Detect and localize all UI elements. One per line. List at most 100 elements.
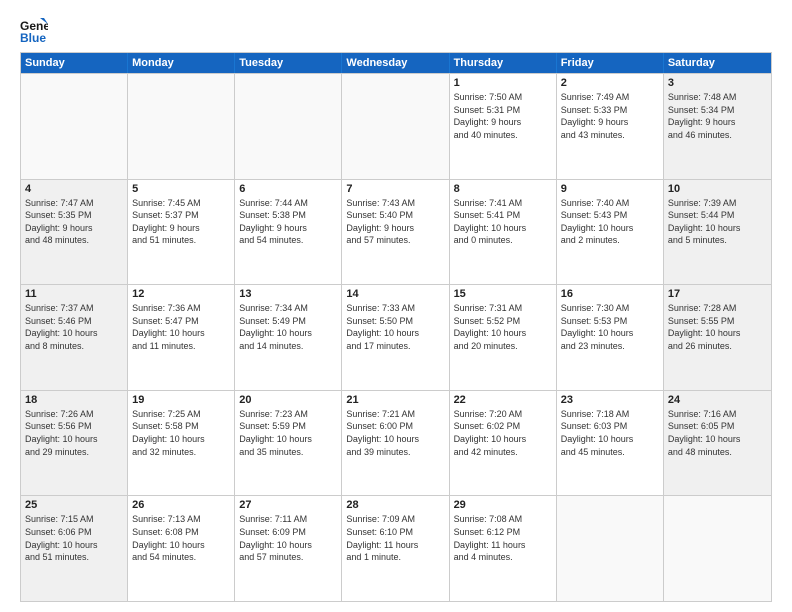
calendar-cell-day-15: 15 Sunrise: 7:31 AM Sunset: 5:52 PM Dayli… [450,285,557,390]
day-info: Sunrise: 7:09 AM Sunset: 6:10 PM Dayligh… [346,513,444,563]
calendar-cell-day-27: 27 Sunrise: 7:11 AM Sunset: 6:09 PM Dayli… [235,496,342,601]
day-info: Sunrise: 7:34 AM Sunset: 5:49 PM Dayligh… [239,302,337,352]
day-info: Sunrise: 7:08 AM Sunset: 6:12 PM Dayligh… [454,513,552,563]
calendar-cell-day-16: 16 Sunrise: 7:30 AM Sunset: 5:53 PM Dayli… [557,285,664,390]
calendar-cell-day-9: 9Sunrise: 7:40 AM Sunset: 5:43 PM Daylig… [557,180,664,285]
calendar-header: SundayMondayTuesdayWednesdayThursdayFrid… [21,53,771,73]
day-info: Sunrise: 7:50 AM Sunset: 5:31 PM Dayligh… [454,91,552,141]
calendar-cell-day-20: 20 Sunrise: 7:23 AM Sunset: 5:59 PM Dayli… [235,391,342,496]
calendar-cell-empty [128,74,235,179]
weekday-header-monday: Monday [128,53,235,73]
calendar-cell-day-21: 21Sunrise: 7:21 AM Sunset: 6:00 PM Dayli… [342,391,449,496]
day-info: Sunrise: 7:48 AM Sunset: 5:34 PM Dayligh… [668,91,767,141]
calendar-cell-day-17: 17 Sunrise: 7:28 AM Sunset: 5:55 PM Dayli… [664,285,771,390]
day-number: 6 [239,183,337,195]
day-number: 11 [25,288,123,300]
day-number: 29 [454,499,552,511]
svg-text:Blue: Blue [20,31,46,44]
day-info: Sunrise: 7:41 AM Sunset: 5:41 PM Dayligh… [454,197,552,247]
day-number: 23 [561,394,659,406]
day-number: 5 [132,183,230,195]
day-info: Sunrise: 7:47 AM Sunset: 5:35 PM Dayligh… [25,197,123,247]
day-info: Sunrise: 7:40 AM Sunset: 5:43 PM Dayligh… [561,197,659,247]
day-number: 17 [668,288,767,300]
day-number: 14 [346,288,444,300]
day-number: 26 [132,499,230,511]
weekday-header-thursday: Thursday [450,53,557,73]
day-number: 4 [25,183,123,195]
day-info: Sunrise: 7:28 AM Sunset: 5:55 PM Dayligh… [668,302,767,352]
day-number: 10 [668,183,767,195]
calendar-cell-day-2: 2Sunrise: 7:49 AM Sunset: 5:33 PM Daylig… [557,74,664,179]
calendar-cell-empty [21,74,128,179]
day-info: Sunrise: 7:23 AM Sunset: 5:59 PM Dayligh… [239,408,337,458]
calendar-cell-day-18: 18 Sunrise: 7:26 AM Sunset: 5:56 PM Dayli… [21,391,128,496]
day-info: Sunrise: 7:26 AM Sunset: 5:56 PM Dayligh… [25,408,123,458]
day-info: Sunrise: 7:37 AM Sunset: 5:46 PM Dayligh… [25,302,123,352]
calendar-cell-empty [235,74,342,179]
day-number: 3 [668,77,767,89]
day-number: 13 [239,288,337,300]
day-number: 25 [25,499,123,511]
calendar-cell-empty [557,496,664,601]
day-info: Sunrise: 7:36 AM Sunset: 5:47 PM Dayligh… [132,302,230,352]
day-info: Sunrise: 7:43 AM Sunset: 5:40 PM Dayligh… [346,197,444,247]
calendar-cell-empty [342,74,449,179]
day-info: Sunrise: 7:31 AM Sunset: 5:52 PM Dayligh… [454,302,552,352]
calendar-cell-day-23: 23 Sunrise: 7:18 AM Sunset: 6:03 PM Dayli… [557,391,664,496]
day-info: Sunrise: 7:33 AM Sunset: 5:50 PM Dayligh… [346,302,444,352]
calendar: SundayMondayTuesdayWednesdayThursdayFrid… [20,52,772,602]
calendar-cell-day-28: 28 Sunrise: 7:09 AM Sunset: 6:10 PM Dayli… [342,496,449,601]
logo: General Blue [20,16,52,44]
day-info: Sunrise: 7:13 AM Sunset: 6:08 PM Dayligh… [132,513,230,563]
day-number: 27 [239,499,337,511]
day-info: Sunrise: 7:30 AM Sunset: 5:53 PM Dayligh… [561,302,659,352]
calendar-cell-day-11: 11 Sunrise: 7:37 AM Sunset: 5:46 PM Dayli… [21,285,128,390]
header: General Blue [20,16,772,44]
calendar-row-1: 1 Sunrise: 7:50 AM Sunset: 5:31 PM Daylig… [21,73,771,179]
calendar-cell-day-19: 19 Sunrise: 7:25 AM Sunset: 5:58 PM Dayli… [128,391,235,496]
day-number: 18 [25,394,123,406]
day-number: 20 [239,394,337,406]
day-number: 7 [346,183,444,195]
calendar-cell-day-4: 4 Sunrise: 7:47 AM Sunset: 5:35 PM Daylig… [21,180,128,285]
calendar-cell-day-26: 26 Sunrise: 7:13 AM Sunset: 6:08 PM Dayli… [128,496,235,601]
day-number: 12 [132,288,230,300]
day-info: Sunrise: 7:39 AM Sunset: 5:44 PM Dayligh… [668,197,767,247]
calendar-row-3: 11 Sunrise: 7:37 AM Sunset: 5:46 PM Dayli… [21,284,771,390]
day-info: Sunrise: 7:49 AM Sunset: 5:33 PM Dayligh… [561,91,659,141]
day-info: Sunrise: 7:11 AM Sunset: 6:09 PM Dayligh… [239,513,337,563]
calendar-row-4: 18 Sunrise: 7:26 AM Sunset: 5:56 PM Dayli… [21,390,771,496]
logo-icon: General Blue [20,16,48,44]
day-number: 19 [132,394,230,406]
day-number: 1 [454,77,552,89]
day-info: Sunrise: 7:21 AM Sunset: 6:00 PM Dayligh… [346,408,444,458]
day-number: 16 [561,288,659,300]
weekday-header-wednesday: Wednesday [342,53,449,73]
calendar-body: 1 Sunrise: 7:50 AM Sunset: 5:31 PM Daylig… [21,73,771,601]
calendar-cell-day-25: 25 Sunrise: 7:15 AM Sunset: 6:06 PM Dayli… [21,496,128,601]
calendar-row-5: 25 Sunrise: 7:15 AM Sunset: 6:06 PM Dayli… [21,495,771,601]
weekday-header-tuesday: Tuesday [235,53,342,73]
day-number: 28 [346,499,444,511]
day-info: Sunrise: 7:18 AM Sunset: 6:03 PM Dayligh… [561,408,659,458]
calendar-cell-day-5: 5 Sunrise: 7:45 AM Sunset: 5:37 PM Daylig… [128,180,235,285]
day-info: Sunrise: 7:25 AM Sunset: 5:58 PM Dayligh… [132,408,230,458]
calendar-row-2: 4 Sunrise: 7:47 AM Sunset: 5:35 PM Daylig… [21,179,771,285]
weekday-header-friday: Friday [557,53,664,73]
day-info: Sunrise: 7:15 AM Sunset: 6:06 PM Dayligh… [25,513,123,563]
calendar-cell-day-13: 13 Sunrise: 7:34 AM Sunset: 5:49 PM Dayli… [235,285,342,390]
calendar-cell-day-8: 8Sunrise: 7:41 AM Sunset: 5:41 PM Daylig… [450,180,557,285]
day-number: 22 [454,394,552,406]
calendar-cell-day-10: 10 Sunrise: 7:39 AM Sunset: 5:44 PM Dayli… [664,180,771,285]
calendar-cell-day-6: 6Sunrise: 7:44 AM Sunset: 5:38 PM Daylig… [235,180,342,285]
day-info: Sunrise: 7:16 AM Sunset: 6:05 PM Dayligh… [668,408,767,458]
calendar-cell-day-22: 22 Sunrise: 7:20 AM Sunset: 6:02 PM Dayli… [450,391,557,496]
day-number: 15 [454,288,552,300]
calendar-cell-empty [664,496,771,601]
weekday-header-sunday: Sunday [21,53,128,73]
calendar-cell-day-14: 14 Sunrise: 7:33 AM Sunset: 5:50 PM Dayli… [342,285,449,390]
day-info: Sunrise: 7:20 AM Sunset: 6:02 PM Dayligh… [454,408,552,458]
day-info: Sunrise: 7:45 AM Sunset: 5:37 PM Dayligh… [132,197,230,247]
calendar-cell-day-12: 12 Sunrise: 7:36 AM Sunset: 5:47 PM Dayli… [128,285,235,390]
